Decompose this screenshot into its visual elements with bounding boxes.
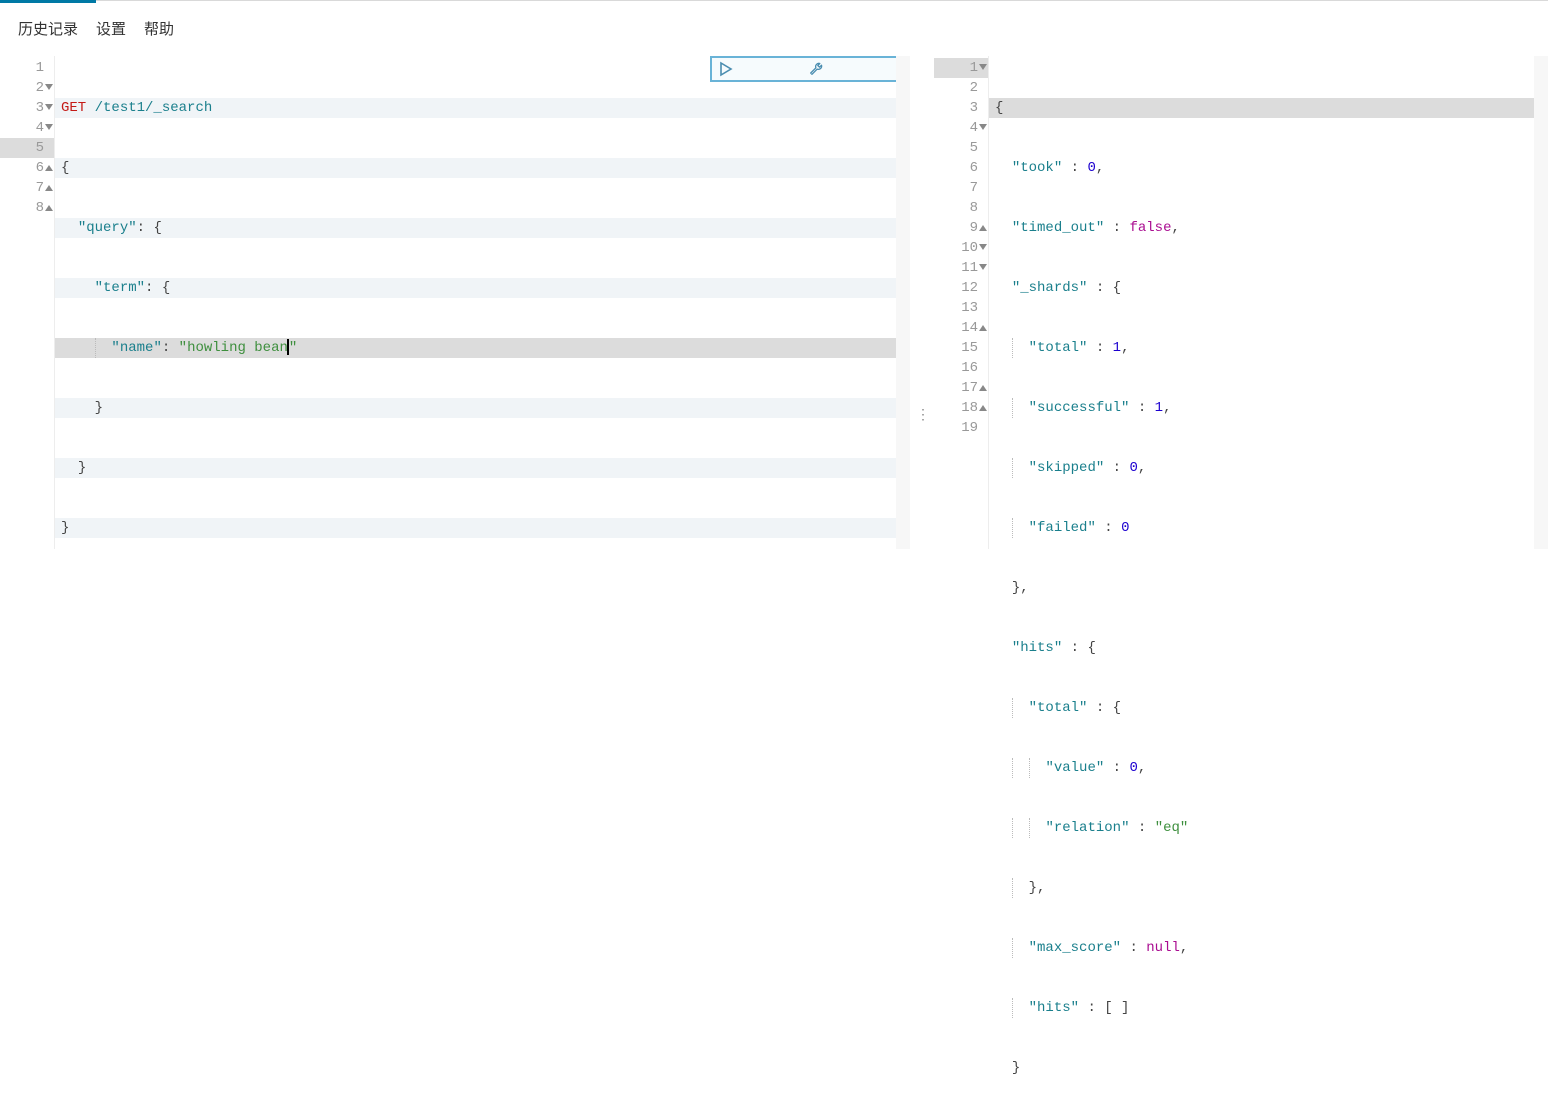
wrench-icon[interactable]: [808, 21, 892, 117]
gutter-line[interactable]: 13: [934, 298, 988, 318]
gutter-line[interactable]: 15: [934, 338, 988, 358]
gutter-line[interactable]: 9: [934, 218, 988, 238]
request-editor[interactable]: GET /test1/_search { "query": { "term": …: [55, 56, 910, 549]
gutter-line[interactable]: 3: [0, 98, 54, 118]
gutter-line[interactable]: 5: [934, 138, 988, 158]
request-path: /test1/_search: [95, 100, 213, 116]
gutter-line[interactable]: 2: [934, 78, 988, 98]
gutter-line[interactable]: 8: [934, 198, 988, 218]
play-icon[interactable]: [718, 21, 802, 117]
gutter-line[interactable]: 1: [934, 58, 988, 78]
gutter-line[interactable]: 14: [934, 318, 988, 338]
active-tab-indicator: [0, 0, 96, 3]
gutter-line[interactable]: 4: [0, 118, 54, 138]
gutter-line[interactable]: 7: [934, 178, 988, 198]
response-scrollbar[interactable]: [1534, 56, 1548, 549]
http-method: GET: [61, 100, 86, 116]
response-gutter: 12345678910111213141516171819: [934, 56, 989, 549]
gutter-line[interactable]: 7: [0, 178, 54, 198]
active-line: "name": "howling bean": [55, 338, 910, 358]
drag-handle-icon[interactable]: ⋮: [916, 406, 928, 423]
top-border: [0, 0, 1548, 1]
gutter-line[interactable]: 16: [934, 358, 988, 378]
gutter-line[interactable]: 3: [934, 98, 988, 118]
text-cursor: [287, 339, 289, 355]
gutter-line[interactable]: 17: [934, 378, 988, 398]
gutter-line[interactable]: 10: [934, 238, 988, 258]
gutter-line[interactable]: 8: [0, 198, 54, 218]
gutter-line[interactable]: 4: [934, 118, 988, 138]
gutter-line[interactable]: 12: [934, 278, 988, 298]
gutter-line[interactable]: 11: [934, 258, 988, 278]
editor-panes: 12345678 GET /test1/_search { "query": {…: [0, 56, 1548, 549]
request-gutter: 12345678: [0, 56, 55, 549]
gutter-line[interactable]: 2: [0, 78, 54, 98]
menu-help[interactable]: 帮助: [144, 18, 174, 39]
gutter-line[interactable]: 5: [0, 138, 54, 158]
response-viewer[interactable]: { "took" : 0, "timed_out" : false, "_sha…: [989, 56, 1548, 549]
request-action-box: [710, 56, 900, 82]
pane-divider[interactable]: ⋮: [910, 56, 934, 549]
request-pane: 12345678 GET /test1/_search { "query": {…: [0, 56, 910, 549]
response-pane: 12345678910111213141516171819 { "took" :…: [934, 56, 1548, 549]
gutter-line[interactable]: 19: [934, 418, 988, 438]
menu-settings[interactable]: 设置: [96, 18, 126, 39]
menu-history[interactable]: 历史记录: [18, 18, 78, 39]
gutter-line[interactable]: 18: [934, 398, 988, 418]
request-scrollbar[interactable]: [896, 56, 910, 549]
gutter-line[interactable]: 1: [0, 58, 54, 78]
gutter-line[interactable]: 6: [934, 158, 988, 178]
gutter-line[interactable]: 6: [0, 158, 54, 178]
